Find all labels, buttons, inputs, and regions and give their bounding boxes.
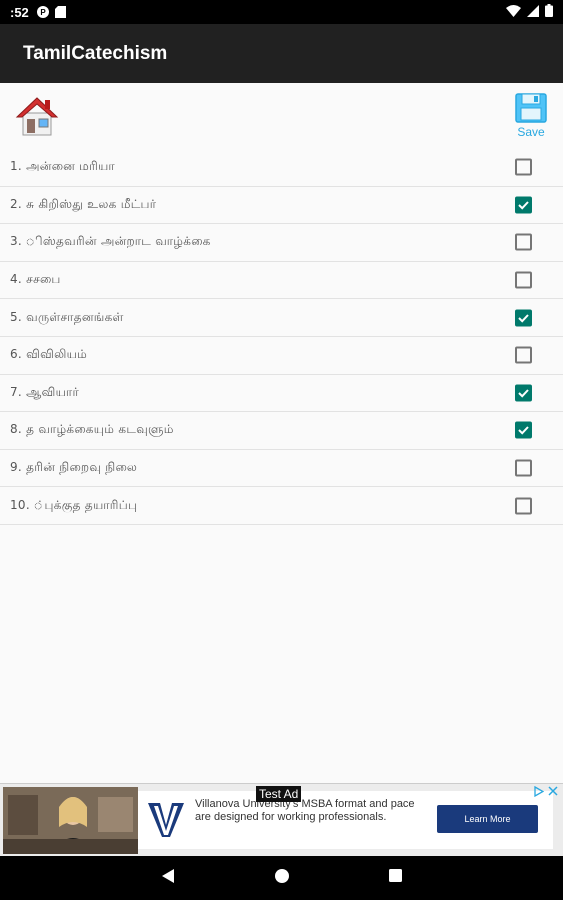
chapter-list: 1. அன்னை மரியா 2. சு கிறிஸ்து உலக மீட்பர…	[0, 149, 563, 525]
checkbox[interactable]	[515, 233, 532, 251]
adchoices-icon[interactable]	[533, 786, 544, 797]
test-ad-tag: Test Ad	[256, 786, 302, 802]
checkbox[interactable]	[515, 384, 532, 402]
status-time: :52	[10, 4, 29, 20]
check-icon	[518, 201, 529, 210]
checkbox[interactable]	[515, 309, 532, 327]
list-item-label: 4. சசபை	[10, 272, 61, 287]
list-item-label: 2. சு கிறிஸ்து உலக மீட்பர்	[10, 196, 157, 211]
list-item[interactable]: 4. சசபை	[0, 262, 563, 300]
check-icon	[518, 426, 529, 436]
toolbar: Save	[0, 83, 563, 149]
notification-p-icon: P	[36, 6, 49, 18]
list-item[interactable]: 8. த வாழ்க்கையும் கடவுளும்	[0, 412, 563, 450]
list-item[interactable]: 3. ிஸ்தவரின் அன்றாட வாழ்க்கை	[0, 224, 563, 262]
checkbox[interactable]	[515, 158, 532, 176]
list-item[interactable]: 5. வருள்சாதனங்கள்	[0, 299, 563, 337]
back-icon[interactable]	[161, 868, 175, 889]
signal-icon	[527, 4, 539, 20]
battery-icon	[545, 4, 553, 20]
list-item[interactable]: 7. ஆவியார்	[0, 375, 563, 413]
ad-card[interactable]: Villanova University's MSBA format and p…	[138, 791, 553, 849]
checkbox[interactable]	[515, 421, 532, 439]
list-item[interactable]: 9. தரின் நிறைவு நிலை	[0, 450, 563, 488]
list-item-label: 8. த வாழ்க்கையும் கடவுளும்	[10, 422, 174, 437]
app-title: TamilCatechism	[23, 42, 168, 64]
list-item[interactable]: 6. விவிலியம்	[0, 337, 563, 375]
check-icon	[518, 313, 529, 323]
save-button[interactable]: Save	[511, 93, 551, 141]
checkbox[interactable]	[515, 497, 532, 515]
list-item[interactable]: 2. சு கிறிஸ்து உலக மீட்பர்	[0, 187, 563, 225]
list-item-label: 6. விவிலியம்	[10, 347, 88, 362]
ad-choices[interactable]	[533, 786, 558, 797]
checkbox[interactable]	[515, 459, 532, 477]
svg-text:P: P	[40, 8, 46, 17]
learn-more-button[interactable]: Learn More	[437, 805, 538, 833]
list-item-label: 7. ஆவியார்	[10, 384, 80, 399]
checkbox[interactable]	[515, 346, 532, 364]
nav-bar	[0, 856, 563, 900]
list-item-label: 3. ிஸ்தவரின் அன்றாட வாழ்க்கை	[10, 234, 211, 249]
home-button[interactable]	[14, 93, 60, 139]
list-item[interactable]: 10. ்புக்குத தயாரிப்பு	[0, 487, 563, 525]
wifi-icon	[506, 4, 521, 20]
checkbox[interactable]	[515, 271, 532, 289]
list-item-label: 1. அன்னை மரியா	[10, 159, 115, 174]
list-item-label: 9. தரின் நிறைவு நிலை	[10, 460, 138, 475]
recents-icon[interactable]	[389, 869, 402, 887]
villanova-logo-icon	[146, 799, 186, 839]
list-item[interactable]: 1. அன்னை மரியா	[0, 149, 563, 187]
home-nav-icon[interactable]	[275, 868, 289, 888]
sd-card-icon	[54, 6, 67, 18]
save-label: Save	[517, 125, 545, 139]
ad-banner[interactable]: Villanova University's MSBA format and p…	[0, 783, 563, 856]
checkbox[interactable]	[515, 196, 532, 214]
ad-photo	[3, 787, 138, 854]
close-icon[interactable]	[548, 786, 558, 796]
ad-text: Villanova University's MSBA format and p…	[195, 798, 415, 823]
home-icon	[15, 97, 59, 136]
app-bar: TamilCatechism	[0, 24, 563, 83]
list-item-label: 5. வருள்சாதனங்கள்	[10, 309, 124, 324]
floppy-disk-icon	[515, 93, 547, 123]
status-bar: :52 P	[0, 0, 563, 24]
list-item-label: 10. ்புக்குத தயாரிப்பு	[10, 497, 138, 512]
check-icon	[518, 389, 529, 398]
